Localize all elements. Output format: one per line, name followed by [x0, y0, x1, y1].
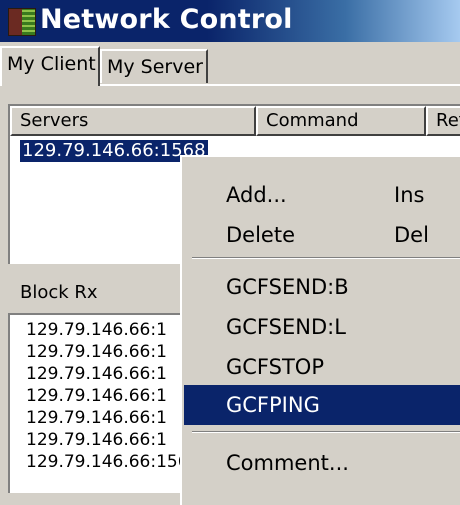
menu-item-comment[interactable]: Comment...: [184, 443, 460, 483]
servers-list-header: Servers Command Ref: [10, 106, 460, 136]
column-header-command[interactable]: Command: [256, 106, 426, 136]
menu-item-label: GCFSTOP: [226, 355, 324, 379]
column-header-servers[interactable]: Servers: [10, 106, 256, 136]
block-rx-line: 129.79.146.66:1: [26, 386, 167, 406]
menu-separator: [192, 257, 460, 259]
menu-item-gcfstop[interactable]: GCFSTOP: [184, 347, 460, 387]
menu-item-label: GCFSEND:B: [226, 275, 349, 299]
menu-item-delete[interactable]: Delete Del: [184, 215, 460, 255]
block-rx-line: 129.79.146.66:1: [26, 320, 167, 340]
menu-item-shortcut: Del: [394, 223, 429, 247]
menu-item-label: Add...: [226, 183, 287, 207]
network-app-icon: [8, 8, 36, 36]
column-header-ref[interactable]: Ref: [426, 106, 460, 136]
block-rx-line: 129.79.146.66:1: [26, 364, 167, 384]
menu-item-gcfsend-b[interactable]: GCFSEND:B: [184, 267, 460, 307]
menu-separator: [192, 431, 460, 433]
block-rx-line: 129.79.146.66:1: [26, 430, 167, 450]
tab-my-server[interactable]: My Server: [100, 49, 208, 83]
menu-item-shortcut: Ins: [394, 183, 425, 207]
block-rx-label: Block Rx: [20, 282, 98, 303]
tab-my-client[interactable]: My Client: [0, 46, 100, 86]
menu-item-label: Comment...: [226, 451, 349, 475]
block-rx-line: 129.79.146.66:1: [26, 342, 167, 362]
menu-item-gcfsend-l[interactable]: GCFSEND:L: [184, 307, 460, 347]
menu-item-label: GCFSEND:L: [226, 315, 346, 339]
menu-item-label: GCFPING: [226, 393, 320, 417]
block-rx-line: 129.79.146.66:1: [26, 408, 167, 428]
title-bar[interactable]: Network Control: [0, 0, 460, 42]
menu-item-label: Delete: [226, 223, 295, 247]
tab-strip: My Client My Server: [0, 42, 460, 92]
menu-item-gcfping[interactable]: GCFPING: [184, 385, 460, 425]
window-title: Network Control: [40, 4, 293, 35]
context-menu: Add... Ins Delete Del GCFSEND:B GCFSEND:…: [180, 155, 460, 505]
menu-item-add[interactable]: Add... Ins: [184, 175, 460, 215]
